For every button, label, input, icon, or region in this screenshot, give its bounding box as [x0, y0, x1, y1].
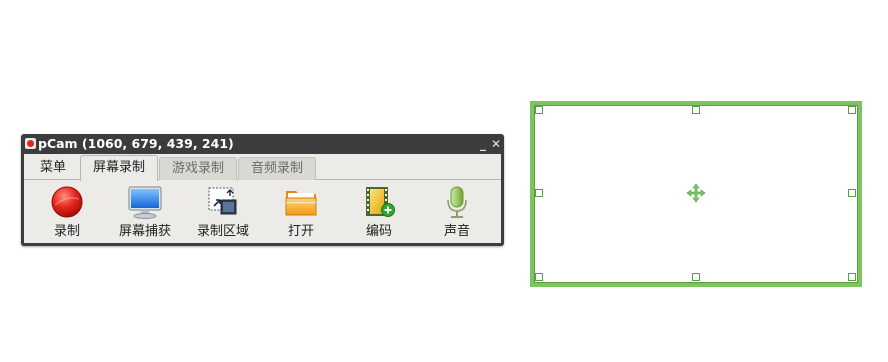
minimize-button[interactable]: _: [477, 134, 489, 154]
close-button[interactable]: ✕: [490, 134, 502, 154]
record-region-button[interactable]: 录制区域: [186, 181, 260, 241]
move-icon[interactable]: [686, 183, 706, 203]
open-button[interactable]: 打开: [264, 181, 338, 241]
region-icon: [208, 187, 237, 215]
resize-handle-top-right[interactable]: [848, 106, 856, 114]
record-region-label: 录制区域: [196, 224, 249, 239]
record-button[interactable]: 录制: [30, 181, 104, 241]
window-body: 菜单 屏幕录制 游戏录制 音频录制 录制 屏幕捕获 录制区域 打开 编码 声音: [24, 154, 501, 243]
window-title: pCam (1060, 679, 439, 241): [38, 136, 234, 151]
title-bar[interactable]: pCam (1060, 679, 439, 241) _ ✕: [21, 134, 504, 154]
toolbar: 录制 屏幕捕获 录制区域 打开 编码 声音: [24, 181, 501, 243]
record-label: 录制: [53, 224, 80, 239]
open-label: 打开: [287, 224, 314, 239]
folder-icon: [285, 191, 317, 216]
tab-game-record[interactable]: 游戏录制: [159, 157, 237, 180]
screenshot-button[interactable]: 屏幕捕获: [108, 181, 182, 241]
resize-handle-left[interactable]: [535, 189, 543, 197]
film-add-icon: [366, 187, 395, 217]
tab-screen-record[interactable]: 屏幕录制: [80, 155, 158, 181]
encode-label: 编码: [365, 224, 392, 239]
screenshot-label: 屏幕捕获: [118, 224, 171, 239]
resize-handle-bottom[interactable]: [692, 273, 700, 281]
sound-label: 声音: [443, 224, 470, 239]
monitor-icon: [128, 186, 162, 219]
resize-handle-top-left[interactable]: [535, 106, 543, 114]
resize-handle-bottom-left[interactable]: [535, 273, 543, 281]
record-icon: [51, 186, 83, 218]
resize-handle-right[interactable]: [848, 189, 856, 197]
menu-button[interactable]: 菜单: [30, 157, 76, 180]
app-icon: [25, 138, 36, 149]
encode-button[interactable]: 编码: [342, 181, 416, 241]
sound-button[interactable]: 声音: [420, 181, 494, 241]
tab-audio-record[interactable]: 音频录制: [238, 157, 316, 180]
resize-handle-top[interactable]: [692, 106, 700, 114]
tab-bar: 菜单 屏幕录制 游戏录制 音频录制: [24, 154, 501, 181]
resize-handle-bottom-right[interactable]: [848, 273, 856, 281]
recorder-window: pCam (1060, 679, 439, 241) _ ✕ 菜单 屏幕录制 游…: [21, 134, 504, 246]
microphone-icon: [447, 186, 467, 218]
